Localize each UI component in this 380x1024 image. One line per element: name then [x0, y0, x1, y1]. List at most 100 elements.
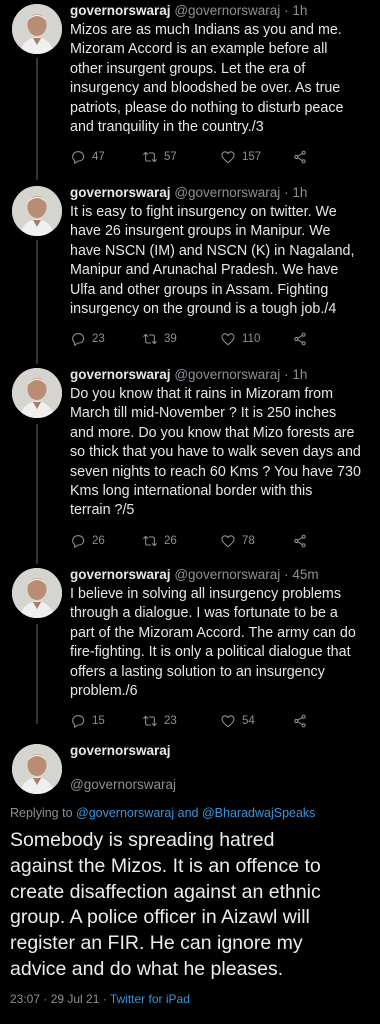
tweet[interactable]: governorswaraj @governorswaraj · 1h Do y… [0, 364, 380, 562]
share-icon [294, 333, 306, 346]
replying-to-user[interactable]: @BharadwajSpeaks [202, 806, 315, 820]
replying-to-user[interactable]: @governorswaraj [76, 806, 174, 820]
reply-button[interactable]: 26 [70, 533, 142, 549]
retweet-button[interactable]: 26 [142, 533, 220, 549]
tweet-text-line: It is easy to fight insurgency on twitte… [70, 204, 337, 220]
tweet-actions: 26 26 78 [70, 526, 370, 556]
tweet-text-line: so thick that you have to walk seven day… [70, 444, 361, 461]
tweet-text-line: Ulfa and other groups in Assam. Fighting [70, 281, 329, 298]
like-button[interactable]: 157 [220, 149, 292, 165]
author-handle[interactable]: @governorswaraj [174, 567, 280, 582]
like-button[interactable]: 54 [220, 713, 292, 729]
reply-button[interactable]: 47 [70, 149, 142, 165]
avatar[interactable] [12, 744, 62, 794]
retweet-icon [143, 716, 157, 727]
author-handle[interactable]: @governorswaraj [70, 776, 380, 794]
tweet-time[interactable]: 1h [292, 3, 307, 18]
focused-tweet-text: Somebody is spreading hatred against the… [10, 828, 372, 983]
tweet-time[interactable]: 45m [292, 567, 318, 582]
share-button[interactable] [292, 713, 308, 729]
tweet-text-line: have NSCN (IM) and NSCN (K) in Nagaland, [70, 242, 355, 259]
tweet-source[interactable]: Twitter for iPad [110, 992, 190, 1006]
replying-to: Replying to @governorswaraj and @Bharadw… [10, 806, 380, 820]
avatar[interactable] [12, 186, 62, 236]
tweet-text-line: through a dialogue. I was fortunate to b… [70, 605, 338, 622]
tweet-text-line: fire-fighting. It is only a political di… [70, 644, 351, 661]
author-name[interactable]: governorswaraj [70, 742, 380, 760]
tweet-time[interactable]: 1h [292, 185, 307, 200]
tweet-text-line: March till mid-November ? It is 250 inch… [70, 405, 337, 422]
reply-button[interactable]: 15 [70, 713, 142, 729]
share-button[interactable] [292, 533, 308, 549]
tweet-text-line: group. A police officer in Aizawl will [10, 906, 310, 929]
tweet-meta: governorswaraj @governorswaraj · 1h [70, 366, 370, 384]
author-handle[interactable]: @governorswaraj [174, 3, 280, 18]
like-count: 54 [242, 715, 255, 728]
avatar[interactable] [12, 568, 62, 618]
tweet-text-line: and more. Do you know that Mizo forests … [70, 424, 355, 441]
retweet-button[interactable]: 57 [142, 149, 220, 165]
tweet-text: Mizos are as much Indians as you and me.… [70, 21, 370, 137]
reply-count: 23 [92, 333, 105, 346]
tweet-actions: 15 23 54 [70, 706, 370, 736]
share-icon [294, 151, 306, 164]
tweet[interactable]: governorswaraj @governorswaraj · 1h It i… [0, 182, 380, 362]
share-icon [294, 715, 306, 728]
reply-count: 47 [92, 151, 105, 164]
like-button[interactable]: 110 [220, 331, 292, 347]
tweet-actions: 47 57 157 [70, 142, 370, 172]
tweet-actions: 23 39 110 [70, 324, 370, 354]
tweet-text-line: create disaffection against an ethnic [10, 880, 321, 903]
reply-count: 15 [92, 715, 105, 728]
tweet-text-line: Somebody is spreading hatred [10, 829, 275, 851]
author-name[interactable]: governorswaraj [70, 367, 171, 382]
tweet-text-line: offers a lasting solution to an insurgen… [70, 663, 325, 680]
like-button[interactable]: 78 [220, 533, 292, 549]
tweet-text-line: insurgency on the ground is a tough job.… [70, 301, 337, 318]
avatar[interactable] [12, 368, 62, 418]
like-count: 110 [242, 333, 261, 346]
tweet-timestamp[interactable]: 23:07 · 29 Jul 21 · [10, 992, 110, 1006]
meta-separator: · [280, 3, 293, 18]
retweet-button[interactable]: 23 [142, 713, 220, 729]
tweet-text-line: terrain ?/5 [70, 502, 135, 519]
heart-icon [221, 715, 235, 728]
retweet-count: 39 [164, 333, 177, 346]
tweet-text-line: have 26 insurgent groups in Manipur. We [70, 223, 331, 240]
share-button[interactable] [292, 149, 308, 165]
tweet-text-line: part of the Mizoram Accord. The army can… [70, 624, 356, 641]
meta-separator: · [280, 567, 293, 582]
tweet-time[interactable]: 1h [292, 367, 307, 382]
author-handle[interactable]: @governorswaraj [174, 367, 280, 382]
retweet-count: 23 [164, 715, 177, 728]
tweet-meta: governorswaraj @governorswaraj · 1h [70, 184, 370, 202]
reply-icon [72, 151, 85, 165]
reply-count: 26 [92, 534, 105, 547]
retweet-icon [143, 334, 157, 345]
tweet-text-line: Manipur and Arunachal Pradesh. We have [70, 262, 339, 279]
author-name[interactable]: governorswaraj [70, 567, 171, 582]
avatar[interactable] [12, 4, 62, 54]
like-count: 78 [242, 534, 255, 547]
share-button[interactable] [292, 331, 308, 347]
meta-separator: · [280, 185, 293, 200]
tweet-text-line: Do you know that it rains in Mizoram fro… [70, 386, 333, 402]
tweet-text-line: problem./6 [70, 683, 138, 700]
author-name[interactable]: governorswaraj [70, 3, 171, 18]
retweet-count: 57 [164, 151, 177, 164]
tweet-footer: 23:07 · 29 Jul 21 · Twitter for iPad [10, 992, 380, 1006]
share-icon [294, 534, 306, 548]
retweet-icon [143, 152, 157, 163]
focused-tweet-header: governorswaraj @governorswaraj [0, 740, 380, 796]
heart-icon [221, 535, 235, 548]
author-name[interactable]: governorswaraj [70, 185, 171, 200]
tweet-text-line: seven nights to reach 60 Kms ? You have … [70, 463, 361, 480]
tweet[interactable]: governorswaraj @governorswaraj · 1h Mizo… [0, 0, 380, 180]
replying-to-and: and [174, 806, 202, 820]
tweet-text-line: against the Mizos. It is an offence to [10, 854, 321, 877]
reply-button[interactable]: 23 [70, 331, 142, 347]
author-handle[interactable]: @governorswaraj [174, 185, 280, 200]
tweet-text-line: I believe in solving all insurgency prob… [70, 586, 341, 602]
tweet[interactable]: governorswaraj @governorswaraj · 45m I b… [0, 564, 380, 740]
retweet-button[interactable]: 39 [142, 331, 220, 347]
